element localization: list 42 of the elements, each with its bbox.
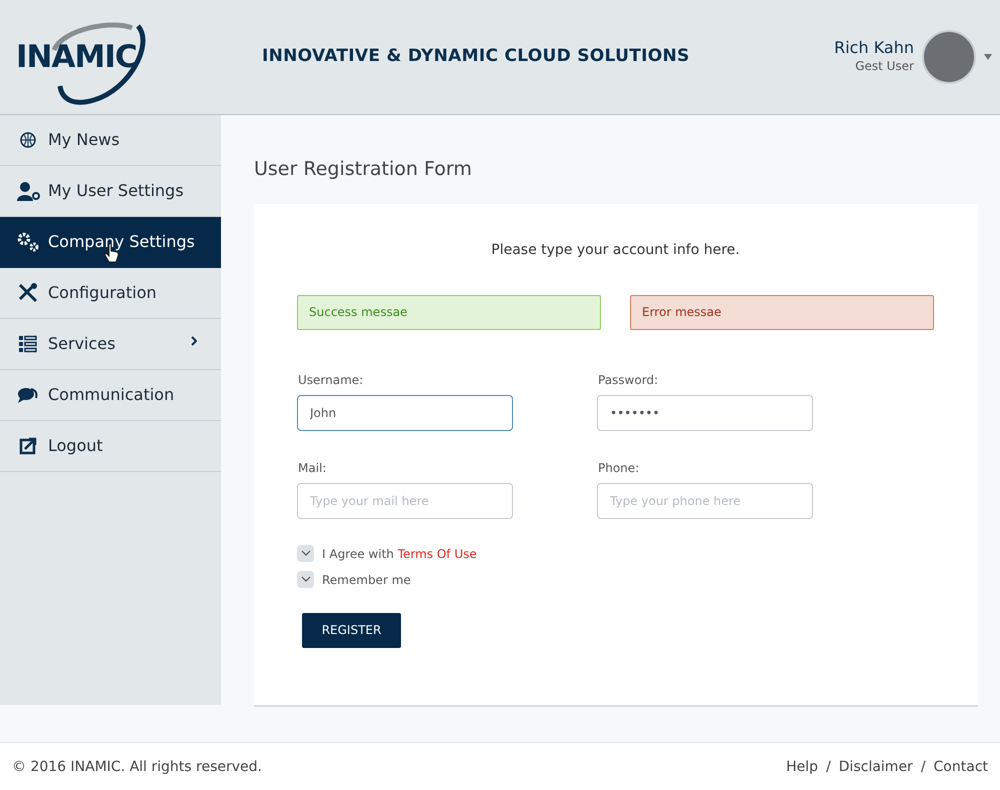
checkbox-label: I Agree with Terms Of Use	[322, 546, 477, 562]
sidebar-item[interactable]: Logout	[0, 421, 221, 472]
checkbox[interactable]	[297, 545, 314, 562]
sidebar-item[interactable]: Configuration	[0, 268, 221, 319]
field-label: Phone:	[597, 460, 640, 476]
field-label: Mail:	[297, 460, 328, 476]
input-field[interactable]: •••••••	[597, 394, 813, 430]
tools-icon	[16, 283, 40, 303]
copyright-text: © 2016 INAMIC. All rights reserved.	[12, 758, 262, 777]
terms-link[interactable]: Terms Of Use	[398, 546, 477, 560]
user-name: Rich Kahn	[834, 39, 914, 57]
footer-link[interactable]: Contact	[934, 757, 988, 778]
user-role: Gest User	[854, 58, 914, 75]
form-title: User Registration Form	[254, 157, 473, 182]
checkbox[interactable]	[297, 571, 314, 588]
gears-icon	[16, 232, 40, 252]
link-separator: /	[826, 758, 831, 777]
caret-icon[interactable]	[984, 54, 992, 60]
logo-text: INAMIC	[16, 38, 137, 77]
user-gear-icon	[16, 181, 40, 201]
link-separator: /	[920, 758, 926, 777]
chat-icon	[16, 386, 40, 404]
intro-text: Please type your account info here.	[490, 240, 741, 260]
sidebar-item[interactable]: Company Settings	[0, 217, 221, 268]
field-label: Password:	[597, 372, 660, 388]
input-field[interactable]: Type your mail here	[297, 482, 513, 518]
success-alert: Success messae	[297, 294, 601, 330]
footer-link[interactable]: Help	[786, 757, 818, 778]
footer-link[interactable]: Disclaimer	[838, 757, 913, 778]
checkmark-icon	[300, 576, 310, 583]
checkmark-icon	[300, 550, 310, 557]
error-alert: Error messae	[630, 294, 934, 330]
list-icon	[16, 335, 40, 353]
input-field[interactable]: Type your phone here	[597, 482, 813, 518]
field-label: Username:	[297, 372, 364, 388]
register-button[interactable]: REGISTER	[302, 612, 401, 648]
checkbox-label: Remember me	[322, 572, 411, 588]
sidebar-item[interactable]: My News	[0, 115, 221, 166]
tagline: INNOVATIVE & DYNAMIC CLOUD SOLUTIONS	[262, 45, 690, 68]
sidebar-item[interactable]: Communication	[0, 370, 221, 421]
sidebar-item[interactable]: Services	[0, 319, 221, 370]
avatar-placeholder	[922, 30, 976, 84]
